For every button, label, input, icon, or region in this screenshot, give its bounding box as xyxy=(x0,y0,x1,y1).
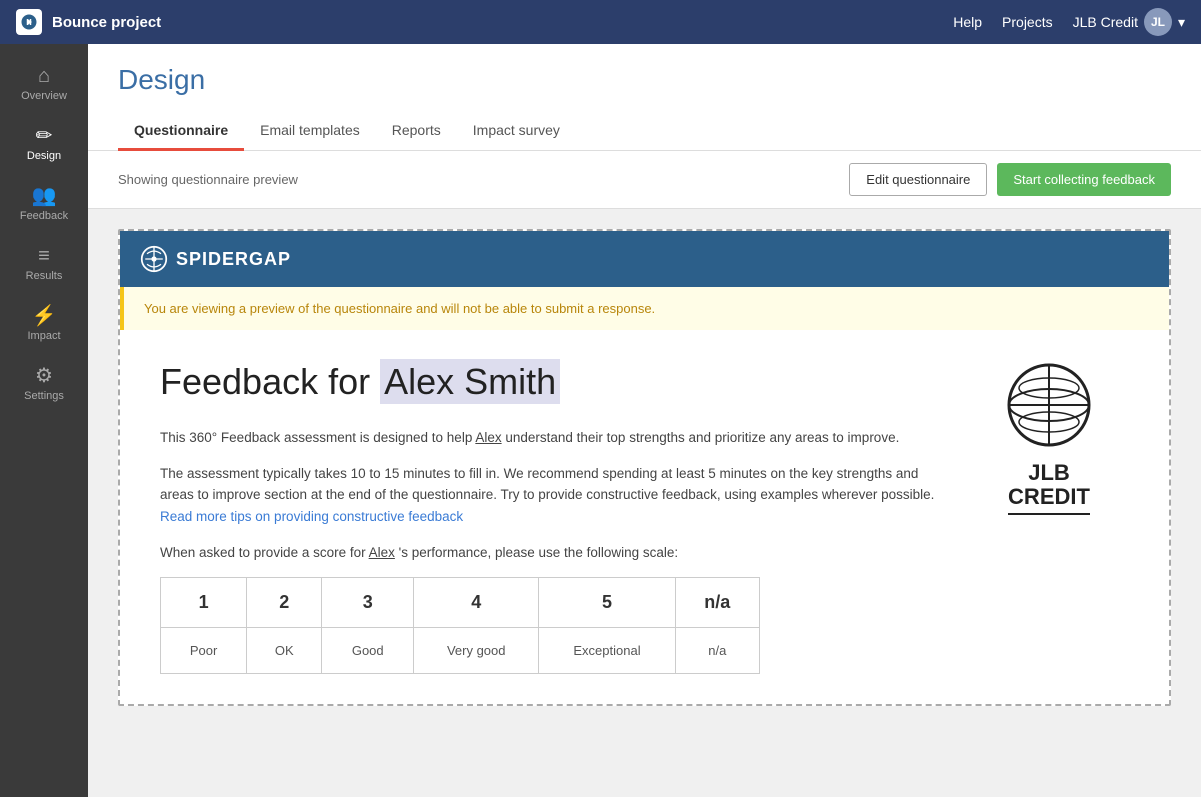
sidebar-item-design[interactable]: ✏ Design xyxy=(0,114,88,174)
sidebar-item-feedback[interactable]: 👥 Feedback xyxy=(0,174,88,234)
score-label-5: Exceptional xyxy=(539,628,675,674)
score-cell-3: 3 xyxy=(322,578,414,628)
help-link[interactable]: Help xyxy=(953,14,982,30)
sidebar-item-impact[interactable]: ⚡ Impact xyxy=(0,294,88,354)
globe-icon xyxy=(1004,360,1094,453)
preview-frame: Spidergap You are viewing a preview of t… xyxy=(118,229,1171,706)
score-table: 1 2 3 4 5 n/a Poor OK Good xyxy=(160,577,760,674)
feedback-title: Feedback for Alex Smith xyxy=(160,360,939,403)
sidebar-item-results[interactable]: ≡ Results xyxy=(0,234,88,294)
company-logo-section: JLB CREDIT xyxy=(969,360,1129,674)
toolbar-actions: Edit questionnaire Start collecting feed… xyxy=(849,163,1171,196)
score-cell-2: 2 xyxy=(247,578,322,628)
feedback-title-prefix: Feedback for xyxy=(160,361,370,402)
edit-questionnaire-button[interactable]: Edit questionnaire xyxy=(849,163,987,196)
spidergap-logo: Spidergap xyxy=(140,245,291,273)
score-cell-1: 1 xyxy=(161,578,247,628)
page-title: Design xyxy=(118,64,1171,96)
toolbar: Showing questionnaire preview Edit quest… xyxy=(88,151,1201,209)
chart-icon: ≡ xyxy=(38,246,50,266)
preview-content: Feedback for Alex Smith This 360° Feedba… xyxy=(120,330,1169,704)
chevron-down-icon: ▾ xyxy=(1178,14,1185,31)
preview-text-section: Feedback for Alex Smith This 360° Feedba… xyxy=(160,360,939,674)
user-label: JLB Credit xyxy=(1073,14,1138,30)
sidebar: ⌂ Overview ✏ Design 👥 Feedback ≡ Results… xyxy=(0,44,88,797)
user-menu[interactable]: JLB Credit JL ▾ xyxy=(1073,8,1185,36)
gear-icon: ⚙ xyxy=(35,366,53,386)
score-label-1: Poor xyxy=(161,628,247,674)
subject-name-inline-2: Alex xyxy=(369,545,395,560)
tab-impact-survey[interactable]: Impact survey xyxy=(457,112,576,151)
company-name: JLB CREDIT xyxy=(1008,461,1090,515)
score-numbers-row: 1 2 3 4 5 n/a xyxy=(161,578,760,628)
preview-warning: You are viewing a preview of the questio… xyxy=(120,287,1169,330)
pencil-icon: ✏ xyxy=(36,126,53,146)
score-label-4: Very good xyxy=(414,628,539,674)
spidergap-icon xyxy=(140,245,168,273)
app-logo[interactable] xyxy=(16,9,42,35)
main-header: Design Questionnaire Email templates Rep… xyxy=(88,44,1201,151)
tab-reports[interactable]: Reports xyxy=(376,112,457,151)
score-cell-5: 5 xyxy=(539,578,675,628)
preview-area: Spidergap You are viewing a preview of t… xyxy=(88,209,1201,726)
preview-header: Spidergap xyxy=(120,231,1169,287)
sidebar-item-overview[interactable]: ⌂ Overview xyxy=(0,54,88,114)
start-collecting-feedback-button[interactable]: Start collecting feedback xyxy=(997,163,1171,196)
projects-link[interactable]: Projects xyxy=(1002,14,1053,30)
score-label-2: OK xyxy=(247,628,322,674)
score-label-3: Good xyxy=(322,628,414,674)
tab-email-templates[interactable]: Email templates xyxy=(244,112,376,151)
score-labels-row: Poor OK Good Very good Exceptional n/a xyxy=(161,628,760,674)
app-title: Bounce project xyxy=(52,14,161,31)
description-2: The assessment typically takes 10 to 15 … xyxy=(160,463,939,528)
tab-questionnaire[interactable]: Questionnaire xyxy=(118,112,244,151)
main-content: Design Questionnaire Email templates Rep… xyxy=(88,44,1201,797)
score-cell-na: n/a xyxy=(675,578,759,628)
toolbar-info: Showing questionnaire preview xyxy=(118,172,298,187)
subject-name-inline-1: Alex xyxy=(475,430,501,445)
description-1: This 360° Feedback assessment is designe… xyxy=(160,427,939,449)
bolt-icon: ⚡ xyxy=(32,306,57,326)
avatar: JL xyxy=(1144,8,1172,36)
people-icon: 👥 xyxy=(32,186,57,206)
spidergap-brand-name: Spidergap xyxy=(176,249,291,270)
home-icon: ⌂ xyxy=(38,66,50,86)
tips-link[interactable]: Read more tips on providing constructive… xyxy=(160,509,463,524)
score-cell-4: 4 xyxy=(414,578,539,628)
score-label-na: n/a xyxy=(675,628,759,674)
top-nav: Bounce project Help Projects JLB Credit … xyxy=(0,0,1201,44)
tabs: Questionnaire Email templates Reports Im… xyxy=(118,112,1171,150)
description-3: When asked to provide a score for Alex '… xyxy=(160,542,939,564)
sidebar-item-settings[interactable]: ⚙ Settings xyxy=(0,354,88,414)
subject-name: Alex Smith xyxy=(380,359,560,404)
